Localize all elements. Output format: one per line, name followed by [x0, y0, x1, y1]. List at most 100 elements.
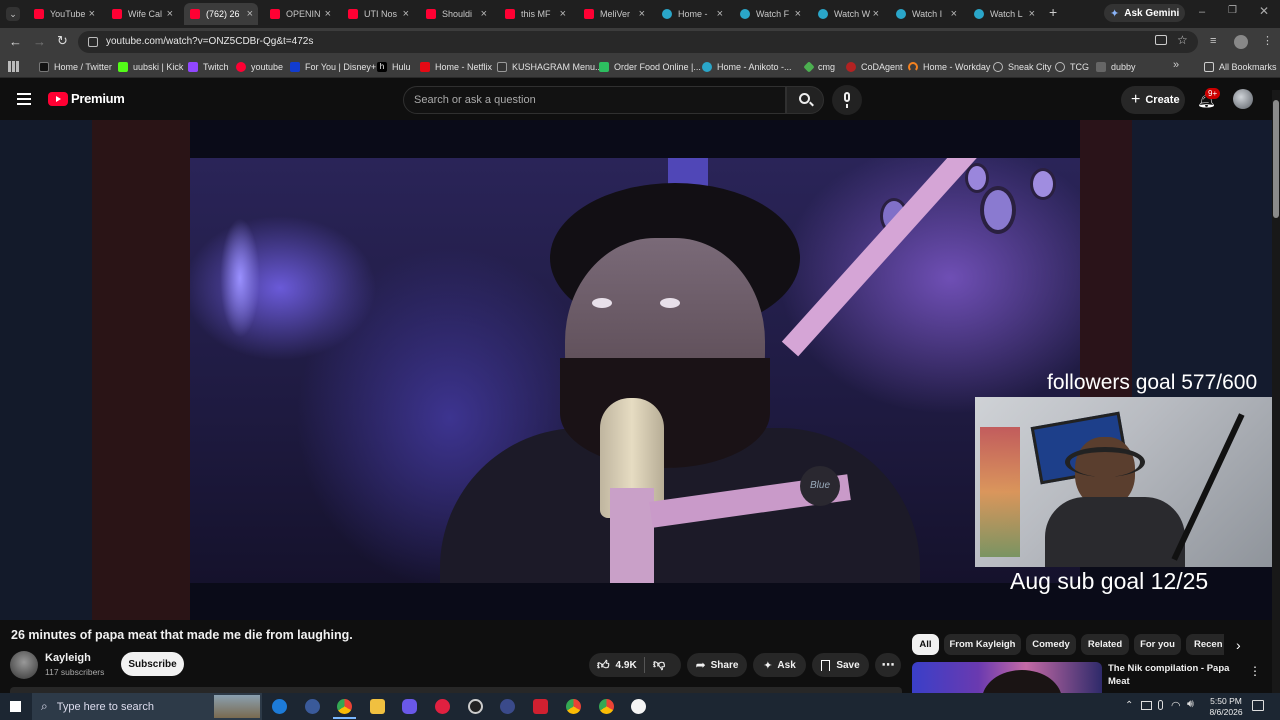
chip-related[interactable]: Related — [1081, 634, 1129, 655]
minimize-icon[interactable]: – — [1199, 6, 1205, 18]
recommended-title[interactable]: The Nik compilation - Papa Meat — [1108, 662, 1240, 688]
account-avatar[interactable] — [1233, 89, 1253, 109]
bookmark-item[interactable]: Sneak City — [993, 60, 1052, 74]
search-button[interactable] — [786, 86, 824, 114]
cortana-icon[interactable] — [272, 699, 287, 714]
taskbar-search-box[interactable]: ⌕ Type here to search — [32, 693, 262, 720]
all-bookmarks-button[interactable]: All Bookmarks — [1204, 60, 1277, 74]
close-tab-icon[interactable]: × — [717, 8, 723, 20]
chrome-icon[interactable] — [566, 699, 581, 714]
reload-icon[interactable]: ↻ — [57, 33, 68, 49]
chrome-menu-icon[interactable]: ⋮ — [1262, 34, 1273, 47]
volume-icon[interactable]: 🔊︎ — [1187, 698, 1194, 711]
bookmark-item[interactable]: Twitch — [188, 60, 229, 74]
bookmark-item[interactable]: uubski | Kick — [118, 60, 183, 74]
restore-icon[interactable]: ❐ — [1228, 5, 1237, 16]
bookmark-item[interactable]: TCG — [1055, 60, 1089, 74]
app-icon[interactable] — [305, 699, 320, 714]
browser-tab[interactable]: OPENIN × — [264, 3, 336, 25]
browser-tab[interactable]: this MF × — [499, 3, 571, 25]
bookmark-item[interactable]: Home / Twitter — [39, 60, 112, 74]
close-tab-icon[interactable]: × — [89, 8, 95, 20]
thumbs-up-icon[interactable]: 👍︎ — [597, 658, 610, 673]
close-tab-icon[interactable]: × — [560, 8, 566, 20]
chips-next-chevron-icon[interactable]: › — [1236, 637, 1241, 653]
bookmark-item[interactable]: Home - Anikoto -... — [702, 60, 792, 74]
back-arrow-icon[interactable]: ← — [9, 34, 22, 49]
forward-arrow-icon[interactable]: → — [33, 34, 46, 49]
media-player-icon[interactable] — [435, 699, 450, 714]
hamburger-menu-icon[interactable] — [17, 93, 31, 105]
bookmark-item[interactable]: dubby — [1096, 60, 1136, 74]
bookmark-item[interactable]: h Hulu — [377, 60, 411, 74]
bookmark-item[interactable]: Home - Workday — [908, 60, 990, 74]
close-tab-icon[interactable]: × — [167, 8, 173, 20]
app-icon[interactable] — [500, 699, 515, 714]
browser-tab[interactable]: UTI Nos × — [342, 3, 414, 25]
omnibox[interactable]: youtube.com/watch?v=ONZ5CDBr-Qg&t=472s ☆ — [78, 31, 1198, 53]
apps-grid-icon[interactable] — [8, 61, 19, 72]
page-scrollbar[interactable] — [1272, 90, 1280, 693]
video-player[interactable]: Blue followers goal 577/600 Aug sub goal… — [0, 120, 1272, 620]
share-button[interactable]: ➦ Share — [687, 653, 747, 677]
more-actions-icon[interactable]: ⋯ — [875, 653, 901, 677]
close-tab-icon[interactable]: × — [325, 8, 331, 20]
create-button[interactable]: + Create — [1121, 86, 1185, 114]
more-bookmarks-chevron-icon[interactable]: » — [1173, 59, 1179, 71]
close-tab-icon[interactable]: × — [247, 8, 253, 20]
tab-search-chevron-icon[interactable]: ⌄ — [6, 7, 20, 21]
bookmark-item[interactable]: youtube — [236, 60, 283, 74]
subscribe-button[interactable]: Subscribe — [121, 652, 184, 676]
close-tab-icon[interactable]: × — [1029, 8, 1035, 20]
wifi-icon[interactable]: ◠ — [1171, 699, 1181, 712]
close-tab-icon[interactable]: × — [873, 8, 879, 20]
show-hidden-icons-chevron-icon[interactable]: ⌃ — [1125, 700, 1133, 711]
discord-icon[interactable] — [402, 699, 417, 714]
thumbs-down-icon[interactable]: 👎︎ — [653, 657, 665, 672]
app-icon[interactable] — [533, 699, 548, 714]
bookmark-item[interactable]: KUSHAGRAM Menu... — [497, 60, 603, 74]
chrome-icon[interactable] — [337, 699, 352, 714]
reading-list-icon[interactable]: ≡ — [1210, 35, 1216, 47]
system-clock[interactable]: 5:50 PM 8/6/2026 — [1205, 696, 1247, 718]
close-tab-icon[interactable]: × — [403, 8, 409, 20]
close-tab-icon[interactable]: × — [951, 8, 957, 20]
browser-tab[interactable]: Wife Cal × — [106, 3, 178, 25]
chip-comedy[interactable]: Comedy — [1026, 634, 1076, 655]
file-explorer-icon[interactable] — [370, 699, 385, 714]
chip-all[interactable]: All — [912, 634, 939, 655]
browser-tab[interactable]: Watch I × — [890, 3, 962, 25]
chip-recent[interactable]: Recen — [1186, 634, 1224, 655]
bookmark-item[interactable]: Order Food Online |... — [599, 60, 701, 74]
network-icon[interactable] — [1141, 701, 1152, 710]
recommended-more-icon[interactable]: ⋮ — [1249, 664, 1261, 678]
scrollbar-thumb[interactable] — [1273, 100, 1279, 218]
chip-for-you[interactable]: For you — [1134, 634, 1181, 655]
bookmark-star-icon[interactable]: ☆ — [1177, 33, 1188, 47]
bookmark-item[interactable]: CoDAgent — [846, 60, 903, 74]
close-window-icon[interactable]: ✕ — [1259, 4, 1269, 18]
chip-from-kayleigh[interactable]: From Kayleigh — [944, 634, 1021, 655]
browser-tab[interactable]: Shouldi × — [420, 3, 492, 25]
close-tab-icon[interactable]: × — [481, 8, 487, 20]
close-tab-icon[interactable]: × — [795, 8, 801, 20]
url-text[interactable]: youtube.com/watch?v=ONZ5CDBr-Qg&t=472s — [106, 36, 313, 47]
channel-avatar[interactable] — [10, 651, 38, 679]
recommended-thumbnail[interactable] — [912, 662, 1102, 693]
browser-tab[interactable]: MeliVer × — [578, 3, 650, 25]
search-input[interactable]: Search or ask a question — [403, 86, 786, 114]
bookmark-item[interactable]: cmg — [803, 60, 835, 74]
browser-tab[interactable]: Watch L × — [968, 3, 1040, 25]
browser-tab[interactable]: Watch F × — [734, 3, 806, 25]
ask-button[interactable]: ✦ Ask — [753, 653, 806, 677]
browser-tab-active[interactable]: (762) 26 × — [184, 3, 258, 25]
chrome-icon[interactable] — [599, 699, 614, 714]
windows-start-icon[interactable] — [10, 701, 21, 712]
profile-avatar[interactable] — [1234, 35, 1248, 49]
browser-tab[interactable]: Watch W × — [812, 3, 884, 25]
browser-tab[interactable]: YouTube × — [28, 3, 100, 25]
bookmark-item[interactable]: Home - Netflix — [420, 60, 492, 74]
ask-gemini-button[interactable]: ✦ Ask Gemini — [1104, 4, 1186, 22]
new-tab-icon[interactable]: + — [1049, 4, 1057, 20]
install-app-icon[interactable] — [1155, 35, 1167, 45]
